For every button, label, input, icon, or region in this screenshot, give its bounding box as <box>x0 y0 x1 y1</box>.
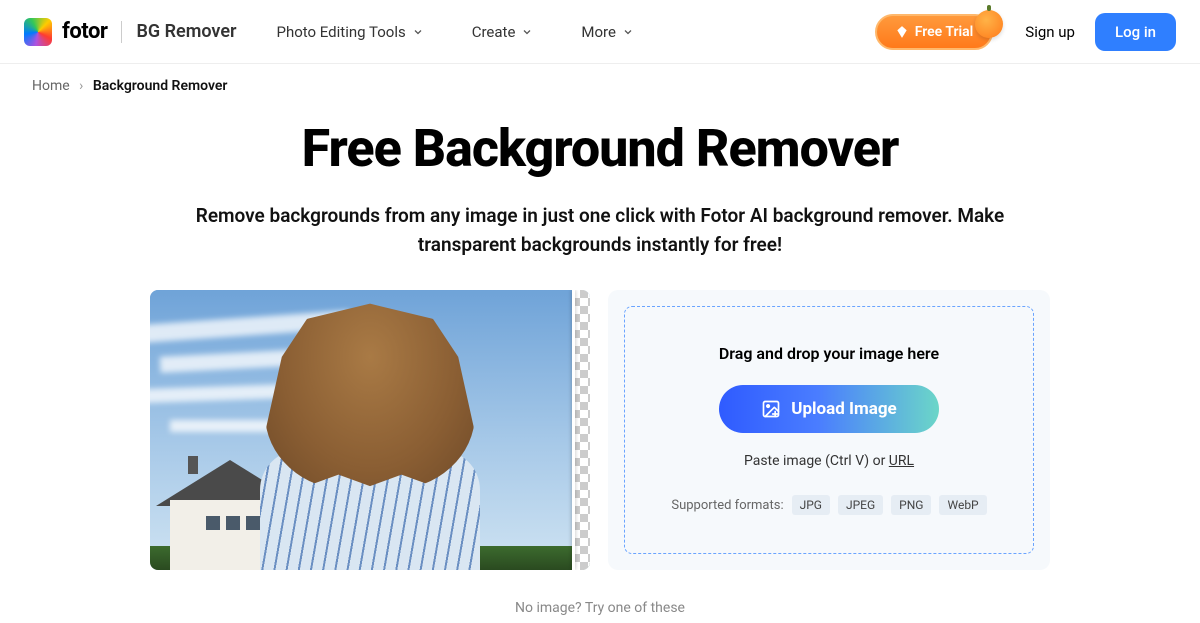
formats-label: Supported formats: <box>671 498 783 513</box>
subbrand[interactable]: BG Remover <box>136 21 236 42</box>
main-nav: Photo Editing Tools Create More <box>276 23 633 41</box>
chevron-down-icon <box>412 26 424 38</box>
slider-handle[interactable] <box>572 290 575 570</box>
upload-image-icon <box>761 399 781 419</box>
format-chip: PNG <box>891 495 931 515</box>
chevron-down-icon <box>521 26 533 38</box>
page-subtitle: Remove backgrounds from any image in jus… <box>150 201 1050 260</box>
upload-button-label: Upload Image <box>791 399 896 419</box>
nav-more[interactable]: More <box>581 23 634 41</box>
hero: Free Background Remover Remove backgroun… <box>0 108 1200 290</box>
formats-line: Supported formats: JPG JPEG PNG WebP <box>671 495 986 515</box>
paste-hint: Paste image (Ctrl V) or URL <box>744 453 914 469</box>
format-chip: WebP <box>939 495 986 515</box>
content-row: Drag and drop your image here Upload Ima… <box>0 290 1200 570</box>
breadcrumb-current: Background Remover <box>93 78 228 94</box>
logo[interactable]: fotor <box>24 18 107 46</box>
format-chip: JPEG <box>838 495 883 515</box>
divider <box>121 21 122 43</box>
login-button[interactable]: Log in <box>1095 13 1176 51</box>
breadcrumb-home[interactable]: Home <box>32 78 70 94</box>
paste-prefix: Paste image (Ctrl V) or <box>744 453 889 469</box>
fotor-logo-icon <box>24 18 52 46</box>
preview-slider[interactable] <box>150 290 590 570</box>
free-trial-button[interactable]: Free Trial <box>875 14 994 50</box>
paste-url-link[interactable]: URL <box>889 453 914 469</box>
signup-link[interactable]: Sign up <box>1025 23 1075 41</box>
nav-label: Photo Editing Tools <box>276 23 405 41</box>
nav-create[interactable]: Create <box>472 23 534 41</box>
nav-label: Create <box>472 23 516 41</box>
preview-subject <box>230 290 510 570</box>
nav-label: More <box>581 23 616 41</box>
dropzone[interactable]: Drag and drop your image here Upload Ima… <box>624 306 1034 554</box>
header: fotor BG Remover Photo Editing Tools Cre… <box>0 0 1200 64</box>
nav-photo-editing[interactable]: Photo Editing Tools <box>276 23 423 41</box>
page-title: Free Background Remover <box>40 118 1160 179</box>
drop-text: Drag and drop your image here <box>719 344 939 363</box>
logo-text: fotor <box>62 19 107 44</box>
chevron-down-icon <box>622 26 634 38</box>
pumpkin-icon <box>975 10 1003 38</box>
format-chip: JPG <box>792 495 830 515</box>
upload-card: Drag and drop your image here Upload Ima… <box>608 290 1050 570</box>
breadcrumb-separator: › <box>79 78 83 94</box>
breadcrumb: Home › Background Remover <box>0 64 1200 108</box>
no-image-hint: No image? Try one of these <box>0 600 1200 616</box>
free-trial-label: Free Trial <box>915 24 974 40</box>
diamond-icon <box>895 25 909 39</box>
upload-button[interactable]: Upload Image <box>719 385 938 433</box>
